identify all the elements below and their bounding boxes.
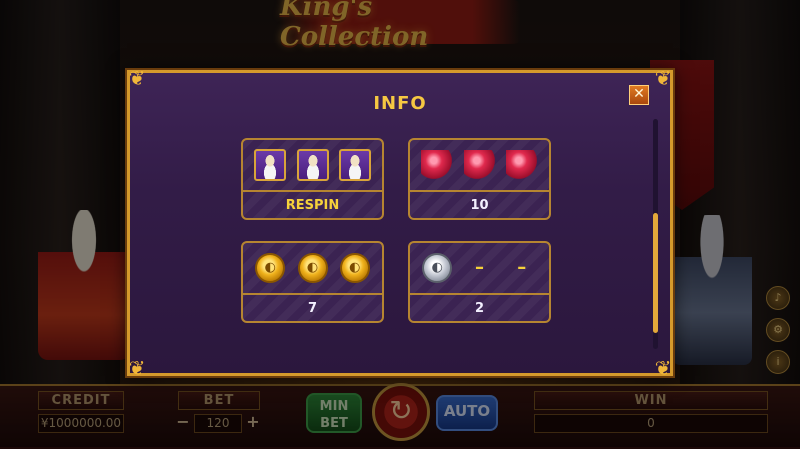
paytable-card-ruby: 10: [408, 138, 551, 220]
scrollbar-thumb[interactable]: [653, 213, 658, 333]
corner-ornament-icon: ❦: [128, 66, 146, 90]
card-divider: [243, 190, 382, 192]
gold-coin-icon: ◐: [297, 253, 328, 283]
payout-label: 10: [470, 198, 489, 213]
ruby-gem-icon: [463, 150, 496, 180]
dialog-title: INFO: [373, 93, 427, 114]
card-divider: [410, 293, 549, 295]
ruby-gem-icon: [506, 150, 539, 180]
corner-ornament-icon: ❦: [654, 356, 672, 380]
symbol-row: [410, 146, 549, 184]
king-symbol-icon: [296, 149, 329, 181]
corner-ornament-icon: ❦: [654, 66, 672, 90]
corner-ornament-icon: ❦: [128, 356, 146, 380]
ruby-gem-icon: [420, 150, 453, 180]
gold-coin-icon: ◐: [339, 253, 370, 283]
payout-label: 2: [474, 301, 485, 316]
payout-label: 7: [307, 301, 318, 316]
silver-coin-icon: ◐: [422, 253, 453, 283]
card-divider: [243, 293, 382, 295]
symbol-row: ◐ – –: [410, 249, 549, 287]
close-button[interactable]: ✕: [629, 85, 649, 105]
empty-slot-dash: –: [517, 257, 527, 278]
paytable-card-gold: ◐ ◐ ◐ 7: [241, 241, 384, 323]
empty-slot-dash: –: [475, 257, 484, 278]
king-symbol-icon: [339, 149, 372, 181]
payout-label: RESPIN: [285, 198, 340, 213]
paytable-card-silver: ◐ – – 2: [408, 241, 551, 323]
info-dialog: ❦ ❦ ❦ ❦ INFO ✕ RESPIN 10 ◐ ◐ ◐ 7 ◐ – – 2: [127, 66, 673, 380]
symbol-row: ◐ ◐ ◐: [243, 249, 382, 287]
paytable-card-respin: RESPIN: [241, 138, 384, 220]
card-divider: [410, 190, 549, 192]
symbol-row: [243, 146, 382, 184]
gold-coin-icon: ◐: [255, 253, 286, 283]
king-symbol-icon: [253, 149, 286, 181]
